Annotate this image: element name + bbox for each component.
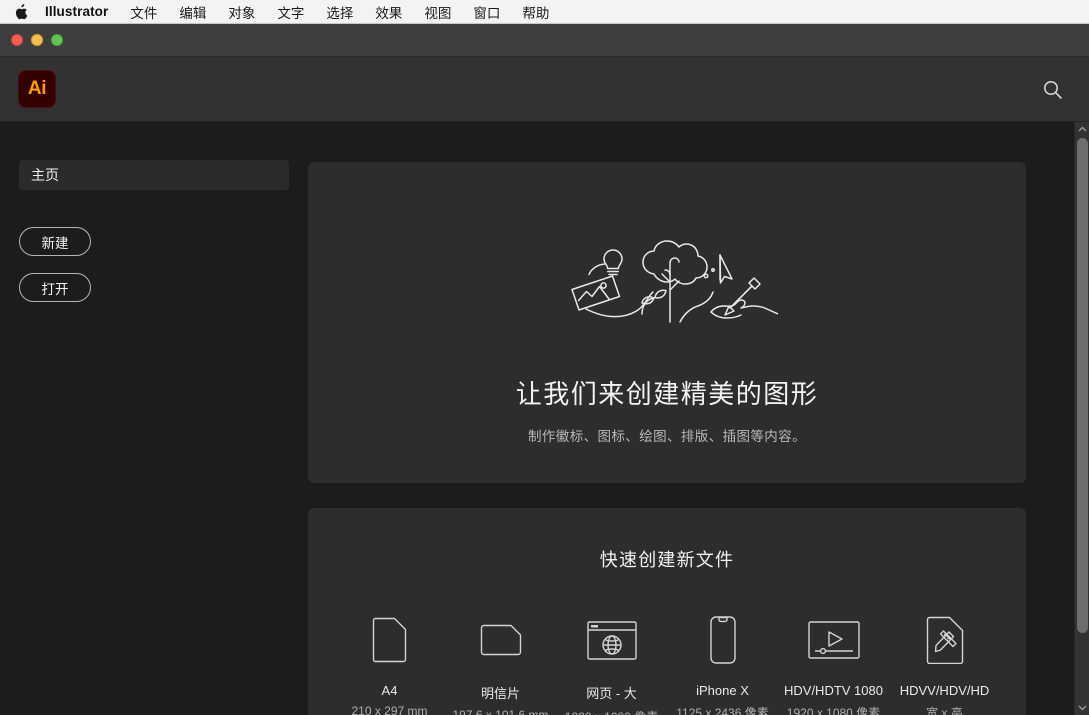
postcard-icon [480,614,522,666]
menu-item-help[interactable]: 帮助 [511,2,560,22]
menu-item-file[interactable]: 文件 [119,2,168,22]
creative-line-art-illustration [556,230,779,326]
scroll-thumb[interactable] [1076,138,1088,633]
preset-dimensions: 1920 x 1080 像素 [565,708,658,715]
macos-menu-bar: Illustrator 文件 编辑 对象 文字 选择 效果 视图 窗口 帮助 [0,0,1089,24]
preset-name: 明信片 [480,686,520,701]
scrollbar-track[interactable] [1075,136,1089,701]
new-button[interactable]: 新建 [19,227,91,256]
main-body: 主页 新建 打开 让我们来创建精美的图形 制作徽标、图标、绘图、排版、插图等内容… [0,122,1089,715]
search-icon[interactable] [1035,72,1069,106]
custom-size-icon [926,614,964,666]
menu-item-window[interactable]: 窗口 [462,2,511,22]
video-player-icon [807,614,860,666]
close-button[interactable] [11,34,23,46]
preset-iphone-x[interactable]: iPhone X 1125 x 2436 像素 [667,614,778,715]
preset-dimensions: 197.6 x 101.6 mm [452,708,549,715]
vertical-scrollbar[interactable] [1074,122,1089,715]
preset-dimensions: 1125 x 2436 像素 [676,706,769,715]
sidebar-item-home[interactable]: 主页 [19,160,289,190]
preset-web-large[interactable]: 网页 - 大 1920 x 1080 像素 [556,614,667,715]
quick-create-card: 快速创建新文件 A4 210 x 297 mm 明信片 197.6 x 101.… [308,508,1026,715]
menu-item-object[interactable]: 对象 [217,2,266,22]
web-browser-icon [586,614,637,666]
menu-item-select[interactable]: 选择 [315,2,364,22]
page-document-icon [372,614,407,666]
preset-name: A4 [381,683,398,698]
menu-item-view[interactable]: 视图 [413,2,462,22]
preset-name: 网页 - 大 [586,686,637,701]
sidebar: 主页 新建 打开 [0,122,308,715]
quick-create-title: 快速创建新文件 [599,550,735,570]
sidebar-item-home-label: 主页 [31,167,59,183]
preset-row: A4 210 x 297 mm 明信片 197.6 x 101.6 mm 网页 … [308,614,1026,715]
preset-dimensions: 1920 x 1080 像素 [786,706,881,715]
hero-subtitle: 制作徽标、图标、绘图、排版、插图等内容。 [528,429,806,444]
illustrator-logo-icon[interactable]: Ai [18,70,56,108]
hero-card: 让我们来创建精美的图形 制作徽标、图标、绘图、排版、插图等内容。 [308,162,1026,483]
hero-title: 让我们来创建精美的图形 [515,379,819,409]
sidebar-actions: 新建 打开 [0,227,308,302]
preset-custom-size[interactable]: HDVV/HDV/HD 宽 x 高 [889,614,1000,715]
open-button[interactable]: 打开 [19,273,91,302]
phone-icon [709,614,736,666]
menu-item-effect[interactable]: 效果 [364,2,413,22]
window-title-bar [0,24,1089,57]
scroll-up-arrow[interactable] [1075,122,1089,136]
preset-a4[interactable]: A4 210 x 297 mm [334,614,445,715]
preset-dimensions: 宽 x 高 [926,706,963,715]
content-area: 让我们来创建精美的图形 制作徽标、图标、绘图、排版、插图等内容。 快速创建新文件… [308,122,1089,715]
preset-postcard[interactable]: 明信片 197.6 x 101.6 mm [445,614,556,715]
menu-item-type[interactable]: 文字 [266,2,315,22]
preset-name: HDVV/HDV/HD [899,683,990,698]
maximize-button[interactable] [51,34,63,46]
app-header: Ai [0,57,1089,122]
scroll-down-arrow[interactable] [1075,701,1089,715]
preset-name: HDV/HDTV 1080 [784,683,883,698]
minimize-button[interactable] [31,34,43,46]
menu-app-name[interactable]: Illustrator [34,4,119,19]
preset-name: iPhone X [696,683,749,698]
apple-icon[interactable] [8,0,34,24]
preset-hdv-hdtv-1080[interactable]: HDV/HDTV 1080 1920 x 1080 像素 [778,614,889,715]
preset-dimensions: 210 x 297 mm [351,704,428,715]
menu-item-edit[interactable]: 编辑 [168,2,217,22]
